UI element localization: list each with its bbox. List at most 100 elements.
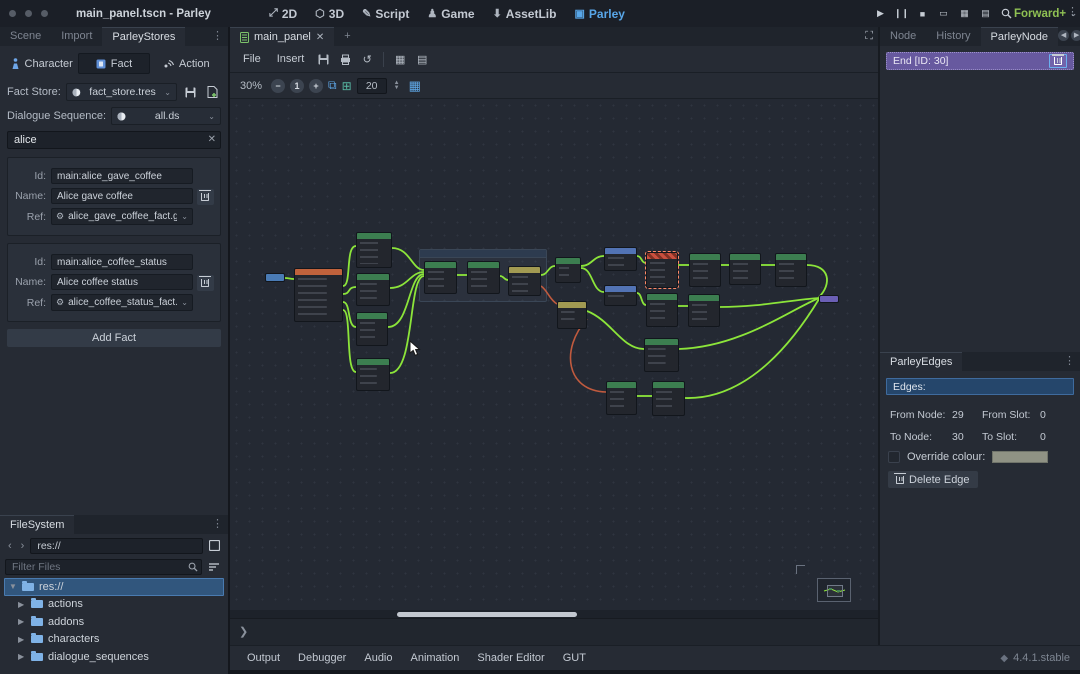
close-tab-icon[interactable]: ✕ bbox=[316, 28, 324, 47]
history-forward-icon[interactable]: › bbox=[18, 540, 28, 552]
graph-node[interactable] bbox=[819, 295, 839, 303]
expand-bottom-panel-icon[interactable]: ⛶ bbox=[865, 30, 873, 43]
delete-fact-button[interactable] bbox=[197, 275, 214, 291]
tree-row-res[interactable]: ▼ res:// bbox=[4, 578, 224, 596]
graph-edge[interactable] bbox=[541, 286, 557, 304]
window-minimize-icon[interactable] bbox=[25, 10, 32, 17]
snap-distance-field[interactable]: 20 bbox=[357, 78, 387, 94]
filter-files-input[interactable] bbox=[5, 559, 202, 575]
graph-node[interactable] bbox=[646, 293, 678, 327]
fact-mode-button[interactable]: Fact bbox=[78, 53, 149, 74]
titlebar-menu-icon[interactable]: ⋮ bbox=[1067, 5, 1078, 18]
selected-node-header[interactable]: End [ID: 30] bbox=[886, 52, 1074, 70]
graph-node[interactable] bbox=[652, 381, 685, 416]
play-button[interactable]: ▶ bbox=[871, 4, 890, 23]
fact-store-select[interactable]: fact_store.tres ⌄ bbox=[66, 83, 177, 101]
bottom-tab-animation[interactable]: Animation bbox=[402, 652, 469, 664]
clear-search-icon[interactable]: ✕ bbox=[208, 134, 216, 145]
switcher-assetlib[interactable]: ⬇AssetLib bbox=[486, 0, 564, 27]
bottom-tab-shader-editor[interactable]: Shader Editor bbox=[468, 652, 553, 664]
graph-node[interactable] bbox=[265, 273, 285, 282]
graph-minimap[interactable] bbox=[817, 578, 851, 602]
save-icon[interactable] bbox=[313, 50, 333, 69]
switcher-game[interactable]: ♟Game bbox=[420, 0, 481, 27]
expand-arrow-icon[interactable]: ❯ bbox=[239, 625, 248, 638]
test-dialogue-icon[interactable]: ▦ bbox=[390, 50, 410, 69]
fact-ref-select[interactable]: ⚙ alice_coffee_status_fact. ⌄ bbox=[51, 294, 193, 311]
fact-search-input[interactable] bbox=[7, 131, 221, 149]
add-fact-button[interactable]: Add Fact bbox=[7, 329, 221, 347]
graph-edge[interactable] bbox=[807, 265, 827, 297]
pause-button[interactable]: ❙❙ bbox=[892, 4, 911, 23]
tree-row-actions[interactable]: ▶ actions bbox=[4, 596, 224, 614]
switcher-2d[interactable]: ⤢2D bbox=[262, 0, 304, 27]
switcher-parley[interactable]: ▣Parley bbox=[567, 0, 631, 27]
graph-node[interactable] bbox=[775, 253, 807, 287]
snap-spinner[interactable]: ▲▼ bbox=[394, 81, 400, 91]
graph-node[interactable] bbox=[508, 266, 541, 296]
action-mode-button[interactable]: Action bbox=[152, 53, 221, 74]
zoom-out-button[interactable]: − bbox=[271, 79, 285, 93]
chevron-collapsed-icon[interactable]: ▶ bbox=[18, 617, 26, 626]
graph-edge[interactable] bbox=[343, 302, 356, 327]
tree-row-characters[interactable]: ▶ characters bbox=[4, 631, 224, 649]
chevron-collapsed-icon[interactable]: ▶ bbox=[18, 635, 26, 644]
fact-name-input[interactable] bbox=[51, 188, 193, 204]
chevron-collapsed-icon[interactable]: ▶ bbox=[18, 600, 26, 609]
graph-edge[interactable] bbox=[570, 319, 606, 392]
window-maximize-icon[interactable] bbox=[41, 10, 48, 17]
graph-node[interactable] bbox=[729, 253, 761, 285]
switcher-3d[interactable]: ⬡3D bbox=[308, 0, 351, 27]
colour-swatch[interactable] bbox=[992, 451, 1048, 463]
remote-debug-icon[interactable]: ▭ bbox=[934, 4, 953, 23]
graph-node[interactable] bbox=[356, 312, 388, 346]
current-path-field[interactable] bbox=[30, 538, 203, 554]
minimap-toggle-icon[interactable]: ▦ bbox=[409, 78, 421, 94]
run-dialogue-icon[interactable]: ▤ bbox=[412, 50, 432, 69]
tab-parleystores[interactable]: ParleyStores bbox=[102, 27, 185, 46]
tab-scroll-right-icon[interactable]: ▶ bbox=[1071, 30, 1080, 41]
bottom-tab-debugger[interactable]: Debugger bbox=[289, 652, 355, 664]
stop-button[interactable]: ■ bbox=[913, 4, 932, 23]
dialogue-sequence-select[interactable]: all.ds ⌄ bbox=[111, 107, 221, 125]
scrollbar-thumb[interactable] bbox=[397, 612, 577, 617]
switcher-script[interactable]: ✎Script bbox=[355, 0, 416, 27]
graph-node[interactable] bbox=[604, 285, 637, 306]
graph-node[interactable] bbox=[555, 257, 581, 283]
tab-node[interactable]: Node bbox=[880, 27, 926, 46]
clapper-icon[interactable]: ▤ bbox=[976, 4, 995, 23]
snap-toggle-icon[interactable]: ⧉ bbox=[328, 78, 337, 93]
zoom-reset-button[interactable]: 1 bbox=[290, 79, 304, 93]
sort-filter-icon[interactable] bbox=[206, 558, 223, 575]
tree-row-dialogue-sequences[interactable]: ▶ dialogue_sequences bbox=[4, 648, 224, 666]
graph-node[interactable] bbox=[467, 261, 500, 294]
save-fact-store-button[interactable] bbox=[182, 84, 199, 101]
tab-history[interactable]: History bbox=[926, 27, 980, 46]
bottom-tab-audio[interactable]: Audio bbox=[355, 652, 401, 664]
tab-scroll-left-icon[interactable]: ◀ bbox=[1058, 30, 1069, 41]
tab-parleynode[interactable]: ParleyNode bbox=[981, 27, 1058, 46]
dock-menu-icon[interactable]: ⋮ bbox=[207, 27, 228, 46]
edges-section-header[interactable]: Edges: bbox=[886, 378, 1074, 395]
tab-main-panel[interactable]: main_panel ✕ bbox=[230, 27, 334, 46]
zoom-in-button[interactable]: + bbox=[309, 79, 323, 93]
graph-node[interactable] bbox=[557, 301, 587, 329]
split-view-icon[interactable] bbox=[206, 537, 223, 554]
new-fact-store-button[interactable] bbox=[204, 84, 221, 101]
graph-node[interactable] bbox=[356, 358, 390, 391]
graph-edge[interactable] bbox=[541, 266, 555, 275]
graph-canvas[interactable] bbox=[230, 99, 878, 610]
window-close-icon[interactable] bbox=[9, 10, 16, 17]
fact-name-input[interactable] bbox=[51, 274, 193, 290]
graph-edge[interactable] bbox=[581, 256, 604, 266]
file-menu[interactable]: File bbox=[236, 53, 268, 65]
bottom-tab-gut[interactable]: GUT bbox=[554, 652, 595, 664]
refresh-icon[interactable]: ↺ bbox=[357, 50, 377, 69]
graph-node[interactable] bbox=[606, 381, 637, 415]
graph-edge[interactable] bbox=[500, 276, 508, 280]
graph-node[interactable] bbox=[646, 252, 678, 288]
graph-edge[interactable] bbox=[587, 311, 644, 349]
movie-maker-icon[interactable]: ▦ bbox=[955, 4, 974, 23]
graph-edge[interactable] bbox=[392, 248, 424, 270]
override-colour-checkbox[interactable] bbox=[888, 451, 900, 463]
